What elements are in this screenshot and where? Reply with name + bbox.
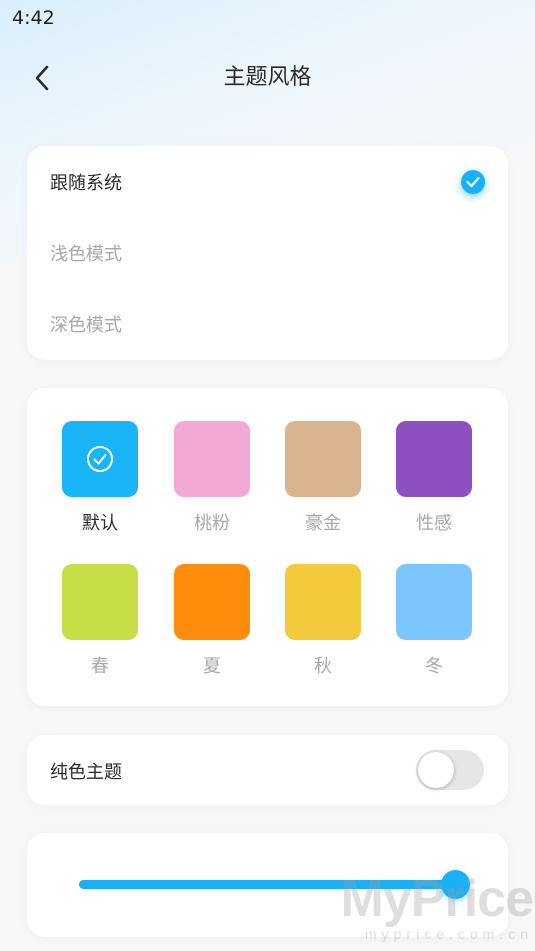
- mode-option-label: 浅色模式: [50, 244, 122, 265]
- theme-swatch-summer[interactable]: [174, 564, 250, 640]
- theme-label: 秋: [314, 656, 332, 677]
- page-title: 主题风格: [223, 65, 312, 90]
- watermark-logo: MyPrice: [340, 870, 534, 928]
- theme-label: 冬: [425, 656, 443, 677]
- theme-label: 春: [91, 656, 109, 677]
- solid-theme-toggle[interactable]: [416, 750, 484, 790]
- mode-option-label: 跟随系统: [50, 173, 122, 194]
- solid-theme-card: 纯色主题: [27, 735, 508, 805]
- mode-option-label: 深色模式: [50, 315, 122, 336]
- theme-swatch-sexy[interactable]: [396, 421, 472, 497]
- theme-swatch-spring[interactable]: [62, 564, 138, 640]
- mode-option-dark[interactable]: 深色模式: [50, 304, 485, 344]
- theme-label: 性感: [416, 513, 452, 534]
- check-circle-icon: [87, 446, 113, 472]
- theme-color-card: 默认 桃粉 豪金 性感 春 夏 秋 冬: [27, 388, 508, 706]
- theme-swatch-default[interactable]: [62, 421, 138, 497]
- theme-label: 桃粉: [194, 513, 230, 534]
- watermark: MyPrice myprice.com.cn: [340, 870, 534, 942]
- mode-option-light[interactable]: 浅色模式: [50, 233, 485, 273]
- theme-label: 豪金: [305, 513, 341, 534]
- check-icon: [461, 170, 485, 194]
- solid-theme-label: 纯色主题: [50, 762, 122, 783]
- theme-label: 默认: [82, 513, 118, 534]
- theme-swatch-autumn[interactable]: [285, 564, 361, 640]
- mode-option-follow-system[interactable]: 跟随系统: [50, 162, 485, 202]
- toggle-knob: [418, 752, 454, 788]
- watermark-url: myprice.com.cn: [364, 926, 533, 942]
- theme-swatch-gold[interactable]: [285, 421, 361, 497]
- status-time: 4:42: [12, 7, 55, 29]
- theme-swatch-peach[interactable]: [174, 421, 250, 497]
- theme-swatch-winter[interactable]: [396, 564, 472, 640]
- theme-label: 夏: [203, 656, 221, 677]
- appearance-mode-card: 跟随系统 浅色模式 深色模式: [27, 146, 508, 360]
